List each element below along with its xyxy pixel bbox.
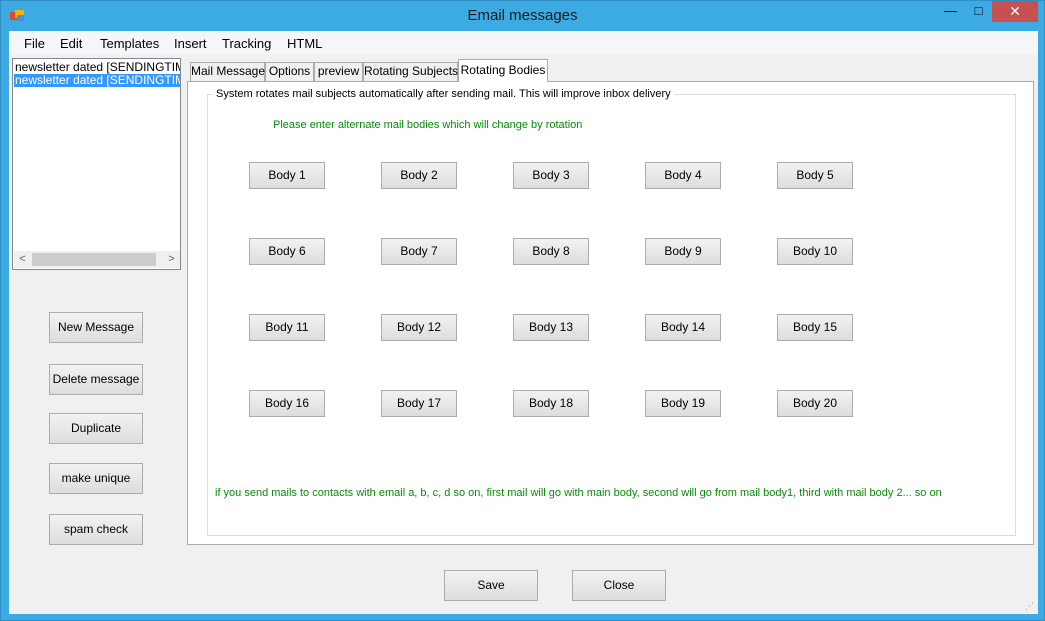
menu-html[interactable]: HTML [287, 36, 322, 51]
tab-rotating-subjects[interactable]: Rotating Subjects [363, 62, 458, 81]
client-area: File Edit Templates Insert Tracking HTML… [9, 31, 1038, 614]
body-3-button[interactable]: Body 3 [513, 162, 589, 189]
menu-tracking[interactable]: Tracking [222, 36, 271, 51]
tab-mail-message[interactable]: Mail Message [190, 62, 265, 81]
spam-check-button[interactable]: spam check [49, 514, 143, 545]
body-13-button[interactable]: Body 13 [513, 314, 589, 341]
body-7-button[interactable]: Body 7 [381, 238, 457, 265]
body-5-button[interactable]: Body 5 [777, 162, 853, 189]
body-19-button[interactable]: Body 19 [645, 390, 721, 417]
body-4-button[interactable]: Body 4 [645, 162, 721, 189]
horizontal-scrollbar[interactable]: < > [14, 251, 180, 268]
rotation-note: if you send mails to contacts with email… [215, 487, 942, 499]
body-2-button[interactable]: Body 2 [381, 162, 457, 189]
tab-preview[interactable]: preview [314, 62, 363, 81]
body-6-button[interactable]: Body 6 [249, 238, 325, 265]
title-bar[interactable]: Email messages — □ ✕ [1, 1, 1044, 31]
make-unique-button[interactable]: make unique [49, 463, 143, 494]
message-list-item-selected[interactable]: newsletter dated [SENDINGTIME] [14, 74, 180, 87]
resize-grip-icon[interactable]: ⋰ [1025, 601, 1036, 612]
save-button[interactable]: Save [444, 570, 538, 601]
body-8-button[interactable]: Body 8 [513, 238, 589, 265]
body-10-button[interactable]: Body 10 [777, 238, 853, 265]
body-9-button[interactable]: Body 9 [645, 238, 721, 265]
menu-edit[interactable]: Edit [60, 36, 82, 51]
body-15-button[interactable]: Body 15 [777, 314, 853, 341]
groupbox-title: System rotates mail subjects automatical… [213, 88, 674, 100]
rotating-bodies-panel: System rotates mail subjects automatical… [187, 81, 1034, 545]
body-16-button[interactable]: Body 16 [249, 390, 325, 417]
scroll-thumb[interactable] [32, 253, 156, 266]
duplicate-button[interactable]: Duplicate [49, 413, 143, 444]
body-1-button[interactable]: Body 1 [249, 162, 325, 189]
body-11-button[interactable]: Body 11 [249, 314, 325, 341]
body-12-button[interactable]: Body 12 [381, 314, 457, 341]
body-18-button[interactable]: Body 18 [513, 390, 589, 417]
scroll-right-icon[interactable]: > [163, 251, 180, 268]
menu-templates[interactable]: Templates [100, 36, 159, 51]
body-14-button[interactable]: Body 14 [645, 314, 721, 341]
close-window-button[interactable]: ✕ [992, 1, 1038, 22]
maximize-button[interactable]: □ [965, 1, 992, 22]
message-list[interactable]: newsletter dated [SENDINGTIME] newslette… [12, 58, 181, 270]
new-message-button[interactable]: New Message [49, 312, 143, 343]
instruction-label: Please enter alternate mail bodies which… [273, 119, 583, 131]
tab-options[interactable]: Options [265, 62, 314, 81]
body-20-button[interactable]: Body 20 [777, 390, 853, 417]
close-button[interactable]: Close [572, 570, 666, 601]
menu-file[interactable]: File [24, 36, 45, 51]
delete-message-button[interactable]: Delete message [49, 364, 143, 395]
window-title: Email messages [467, 7, 578, 24]
body-17-button[interactable]: Body 17 [381, 390, 457, 417]
tab-rotating-bodies[interactable]: Rotating Bodies [458, 59, 548, 82]
message-list-item[interactable]: newsletter dated [SENDINGTIME] [14, 61, 180, 74]
menu-insert[interactable]: Insert [174, 36, 207, 51]
rotation-groupbox: System rotates mail subjects automatical… [207, 88, 1016, 536]
scroll-left-icon[interactable]: < [14, 251, 31, 268]
menu-bar: File Edit Templates Insert Tracking HTML [9, 31, 1038, 55]
minimize-button[interactable]: — [936, 1, 965, 22]
email-messages-window: Email messages — □ ✕ File Edit Templates… [0, 0, 1045, 621]
